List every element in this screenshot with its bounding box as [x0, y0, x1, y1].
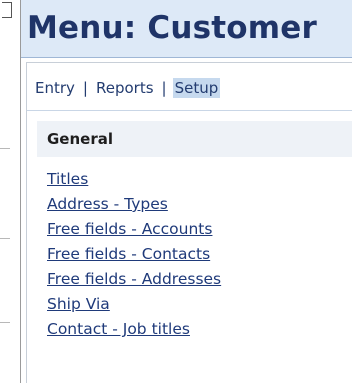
section-title: General [47, 130, 113, 148]
tab-reports[interactable]: Reports [94, 78, 156, 98]
tab-setup[interactable]: Setup [172, 78, 221, 98]
link-free-fields-addresses[interactable]: Free fields - Addresses [47, 270, 221, 288]
tab-row: Entry | Reports | Setup [33, 78, 221, 98]
section-header: General [37, 121, 352, 157]
tab-entry[interactable]: Entry [33, 78, 77, 98]
link-free-fields-accounts[interactable]: Free fields - Accounts [47, 220, 212, 238]
link-ship-via[interactable]: Ship Via [47, 295, 110, 313]
link-contact-job-titles[interactable]: Contact - Job titles [47, 320, 190, 338]
page-title: Menu: Customer [27, 10, 318, 46]
list-item: Free fields - Contacts [47, 242, 221, 267]
list-item: Free fields - Accounts [47, 217, 221, 242]
link-titles[interactable]: Titles [47, 170, 88, 188]
tab-bar: Entry | Reports | Setup [27, 63, 352, 111]
tab-separator: | [82, 79, 88, 97]
list-item: Address - Types [47, 192, 221, 217]
edge-tick [0, 148, 10, 149]
window-corner-mark [2, 2, 12, 18]
left-window-edge [0, 0, 20, 383]
link-free-fields-contacts[interactable]: Free fields - Contacts [47, 245, 210, 263]
menu-panel: Entry | Reports | Setup General Titles A… [26, 62, 352, 383]
edge-tick [0, 322, 10, 323]
page: Menu: Customer Entry | Reports | Setup G… [0, 0, 352, 383]
list-item: Free fields - Addresses [47, 267, 221, 292]
list-item: Contact - Job titles [47, 317, 221, 342]
list-item: Ship Via [47, 292, 221, 317]
list-item: Titles [47, 167, 221, 192]
edge-tick [0, 238, 10, 239]
link-address-types[interactable]: Address - Types [47, 195, 168, 213]
setup-link-list: Titles Address - Types Free fields - Acc… [47, 167, 221, 342]
tab-separator: | [161, 79, 167, 97]
title-bar: Menu: Customer [21, 0, 352, 58]
